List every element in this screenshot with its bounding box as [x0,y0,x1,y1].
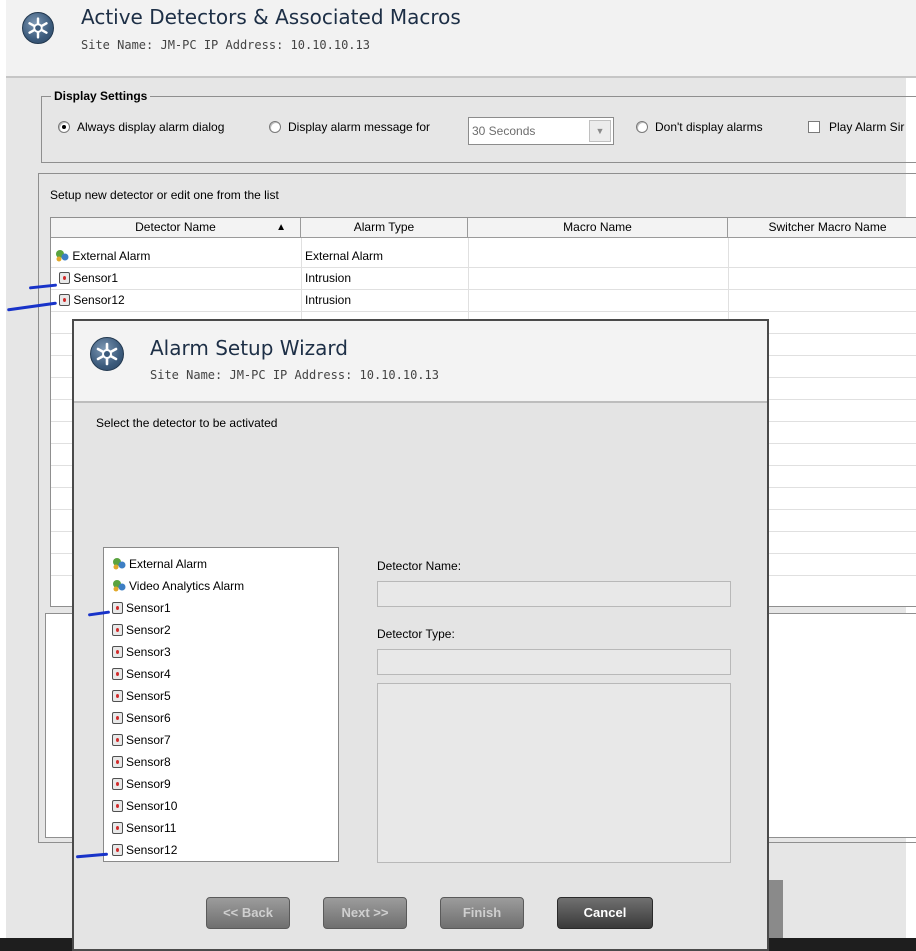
wizard-subtitle: Site Name: JM-PC IP Address: 10.10.10.13 [150,368,439,382]
sensor-icon [112,756,123,768]
tree-item[interactable]: Sensor3 [112,642,171,662]
sensor-icon [112,646,123,658]
sensor-icon [112,844,123,856]
table-row[interactable]: Sensor1 Intrusion [51,268,916,290]
alarm-type-cell: Intrusion [305,293,352,307]
display-settings-legend: Display Settings [51,89,151,103]
sensor-icon [112,690,123,702]
detector-tree[interactable]: External Alarm Video Analytics Alarm Sen… [103,547,339,862]
page-subtitle: Site Name: JM-PC IP Address: 10.10.10.13 [81,38,370,52]
sensor-icon [112,602,123,614]
sensor-icon [59,272,70,284]
main-header: Active Detectors & Associated Macros Sit… [6,0,916,78]
next-button[interactable]: Next >> [323,897,407,929]
tree-item[interactable]: Sensor8 [112,752,171,772]
tree-item[interactable]: Sensor7 [112,730,171,750]
dont-display-radio[interactable] [636,121,648,133]
dont-display-label: Don't display alarms [655,120,763,134]
tree-item[interactable]: Sensor1 [112,598,171,618]
col-header-detector-name[interactable]: Detector Name ▲ [51,218,301,238]
cancel-button[interactable]: Cancel [557,897,653,929]
tree-item[interactable]: Sensor10 [112,796,177,816]
page-title: Active Detectors & Associated Macros [81,5,461,29]
tree-item[interactable]: Sensor6 [112,708,171,728]
alarm-type-cell: Intrusion [305,271,352,285]
detector-name-label: Detector Name: [377,559,462,573]
finish-button[interactable]: Finish [440,897,524,929]
col-header-switcher-macro[interactable]: Switcher Macro Name [728,218,916,238]
video-analytics-icon [112,579,126,592]
duration-select[interactable]: 30 Seconds ▼ [468,117,614,145]
col-header-macro-name[interactable]: Macro Name [468,218,728,238]
wizard-header: Alarm Setup Wizard Site Name: JM-PC IP A… [74,321,767,403]
detector-description-box[interactable] [377,683,731,863]
alarm-type-cell: External Alarm [305,249,384,263]
detector-name-cell: External Alarm [55,246,150,268]
tree-item[interactable]: External Alarm [112,554,207,574]
duration-value: 30 Seconds [472,124,536,138]
detector-type-field[interactable] [377,649,731,675]
always-display-label: Always display alarm dialog [77,120,225,134]
wizard-title: Alarm Setup Wizard [150,336,348,360]
wizard-instruction: Select the detector to be activated [96,416,278,430]
setup-instruction: Setup new detector or edit one from the … [50,188,279,202]
table-row[interactable]: External Alarm External Alarm [51,246,916,268]
app-logo-icon [22,12,54,44]
sensor-icon [112,624,123,636]
display-for-label: Display alarm message for [288,120,431,134]
sensor-icon [112,822,123,834]
display-for-radio[interactable] [269,121,281,133]
sensor-icon [59,294,70,306]
tree-item[interactable]: Sensor9 [112,774,171,794]
back-button[interactable]: << Back [206,897,290,929]
col-header-alarm-type[interactable]: Alarm Type [301,218,468,238]
sensor-icon [112,734,123,746]
play-alarm-checkbox[interactable] [808,121,820,133]
tree-item[interactable]: Video Analytics Alarm [112,576,244,596]
background-button-edge [769,880,783,938]
tree-item[interactable]: Sensor4 [112,664,171,684]
detector-name-field[interactable] [377,581,731,607]
detector-name-cell: Sensor12 [59,290,125,312]
chevron-down-icon[interactable]: ▼ [589,120,611,142]
wizard-logo-icon [90,337,124,371]
sensor-icon [112,800,123,812]
sensor-icon [112,778,123,790]
tree-item[interactable]: Sensor12 [112,840,177,860]
alarm-setup-wizard-dialog: Alarm Setup Wizard Site Name: JM-PC IP A… [72,319,769,951]
tree-item[interactable]: Sensor5 [112,686,171,706]
sort-ascending-icon: ▲ [276,222,286,233]
detector-name-cell: Sensor1 [59,268,118,290]
sensor-icon [112,712,123,724]
tree-item[interactable]: Sensor11 [112,818,176,838]
external-alarm-icon [112,557,126,570]
play-alarm-label: Play Alarm Sir [829,120,905,134]
sensor-icon [112,668,123,680]
external-alarm-icon [55,249,69,262]
table-row[interactable]: Sensor12 Intrusion [51,290,916,312]
detector-type-label: Detector Type: [377,627,455,641]
always-display-radio[interactable] [58,121,70,133]
tree-item[interactable]: Sensor2 [112,620,171,640]
